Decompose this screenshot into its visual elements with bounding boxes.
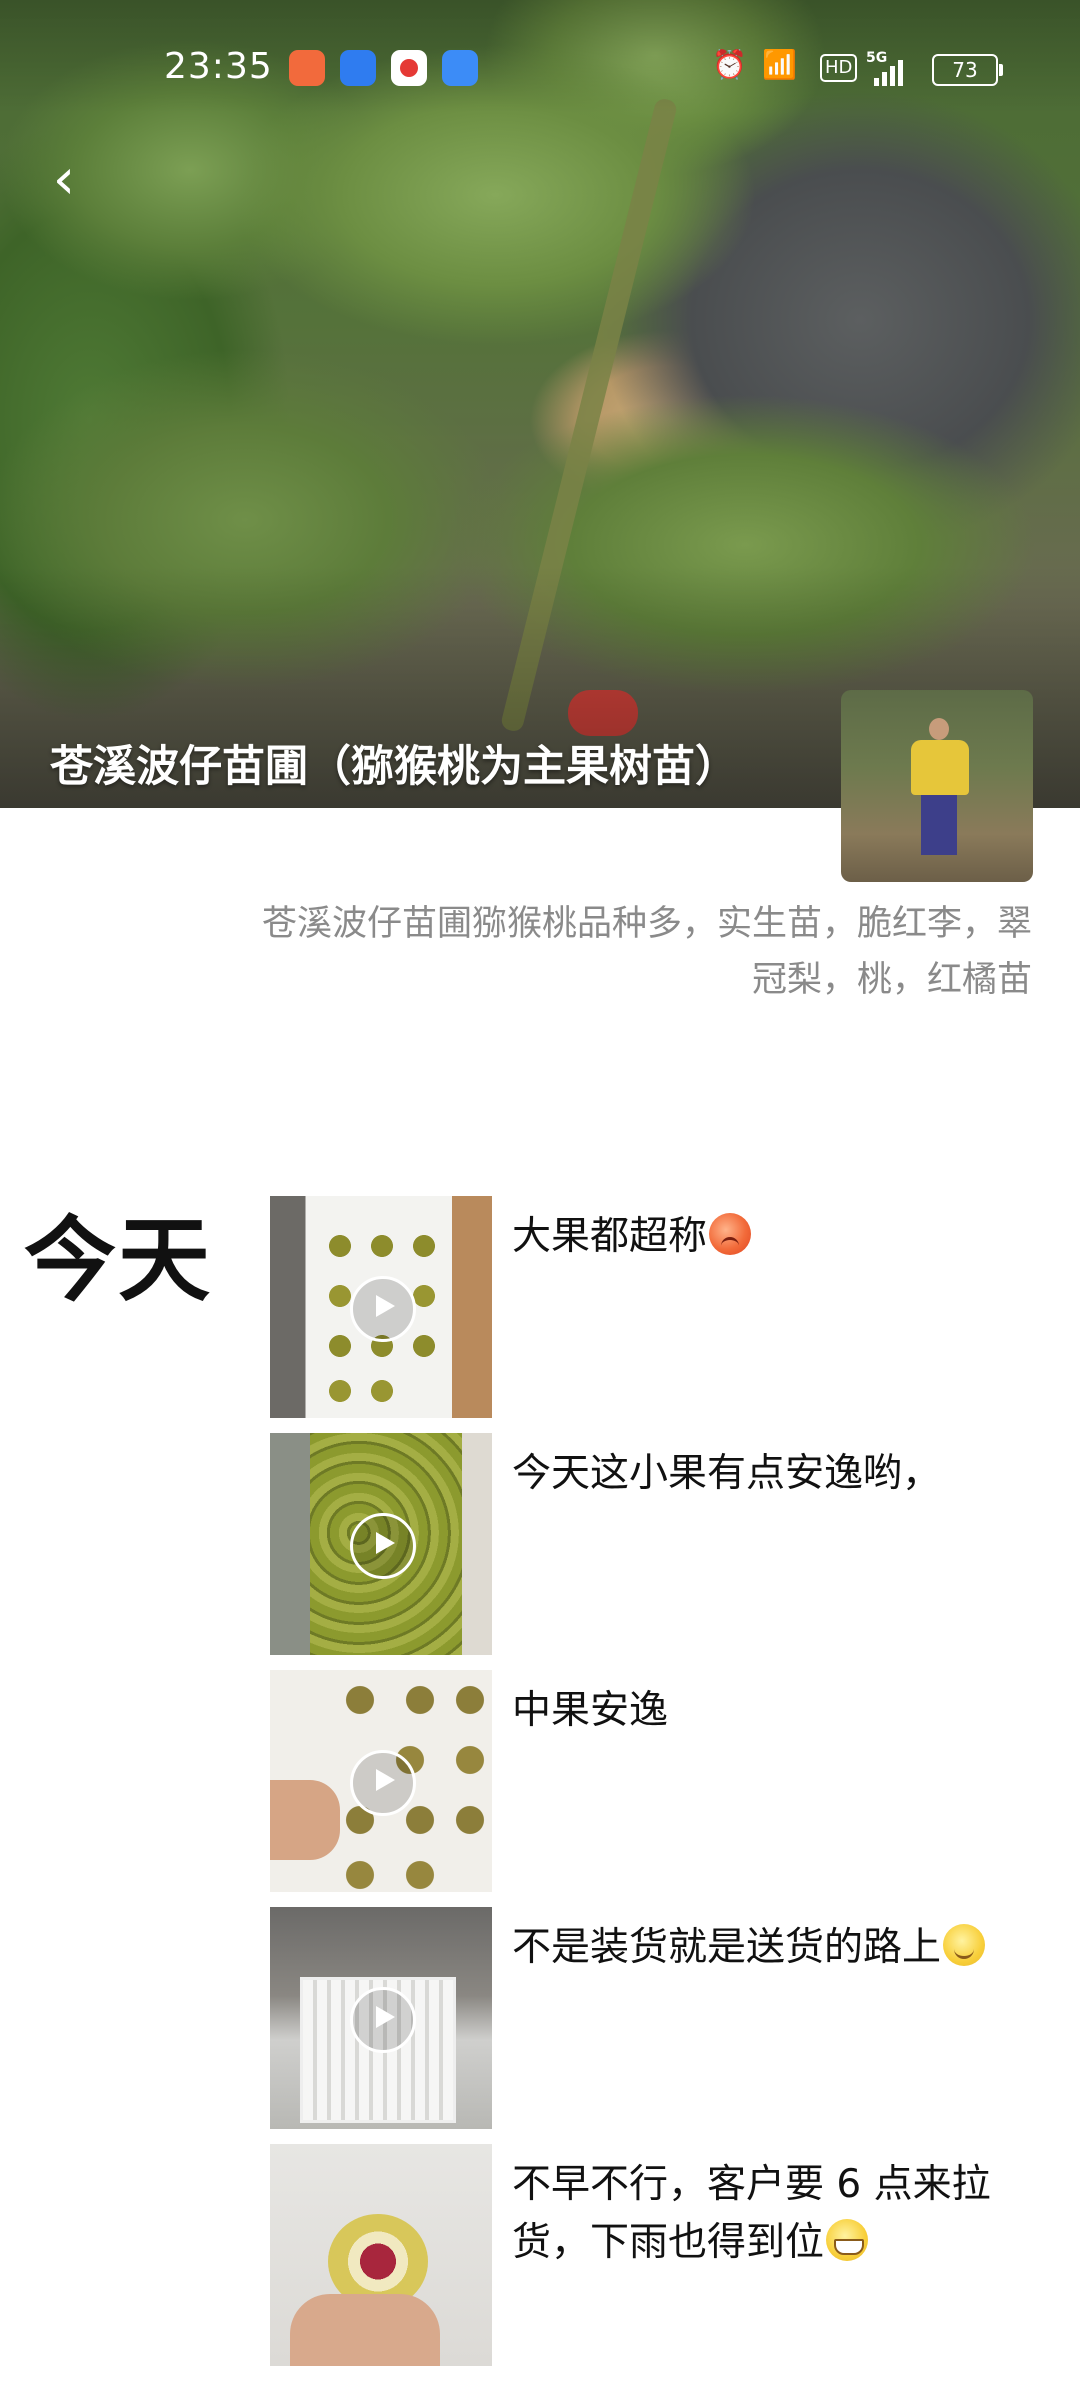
feed-post[interactable]: 今天这小果有点安逸哟， — [270, 1433, 1030, 1655]
app-notification-icon — [442, 50, 478, 86]
cover-plant-stem — [499, 96, 679, 734]
post-video-thumbnail[interactable] — [270, 1433, 492, 1655]
play-icon — [350, 1987, 416, 2053]
post-video-thumbnail[interactable] — [270, 1907, 492, 2129]
post-text[interactable]: 今天这小果有点安逸哟， — [512, 1445, 1032, 1503]
kuaishou-notification-icon — [289, 50, 325, 86]
video-notification-icon — [391, 50, 427, 86]
battery-icon: 73 — [932, 54, 1003, 86]
feed-post[interactable]: 大果都超称 — [270, 1196, 1030, 1418]
profile-bio: 苍溪波仔苗圃猕猴桃品种多，实生苗，脆红李，翠冠梨，桃，红橘苗 — [261, 904, 1032, 1000]
play-icon — [350, 1750, 416, 1816]
post-video-thumbnail[interactable] — [270, 1670, 492, 1892]
play-icon — [350, 1513, 416, 1579]
chevron-left-icon: ‹ — [52, 147, 76, 212]
post-text[interactable]: 不早不行，客户要 6 点来拉货，下雨也得到位 — [512, 2156, 1032, 2272]
hd-voice-icon: HD — [820, 54, 858, 82]
grinning-face-emoji-icon — [826, 2219, 869, 2261]
wifi-icon: 📶 — [762, 48, 797, 81]
feed-post[interactable]: 不早不行，客户要 6 点来拉货，下雨也得到位 — [270, 2144, 1030, 2366]
smiling-face-emoji-icon — [943, 1924, 986, 1966]
browser-notification-icon — [340, 50, 376, 86]
post-text[interactable]: 大果都超称 — [512, 1208, 1032, 1266]
feed-post[interactable]: 中果安逸 — [270, 1670, 1030, 1892]
status-time: 23:35 — [164, 46, 273, 87]
post-video-thumbnail[interactable] — [270, 1196, 492, 1418]
play-icon — [350, 1276, 416, 1342]
signal-strength-icon — [874, 60, 904, 86]
post-image-thumbnail[interactable] — [270, 2144, 492, 2366]
day-label-today: 今天 — [24, 1207, 213, 1314]
back-button[interactable]: ‹ — [34, 150, 94, 216]
status-bar: 23:35 ⏰ 📶 HD 5G 73 — [0, 0, 1080, 140]
post-text[interactable]: 中果安逸 — [512, 1682, 1032, 1740]
post-text[interactable]: 不是装货就是送货的路上 — [512, 1919, 1032, 1977]
profile-name: 苍溪波仔苗圃（猕猴桃为主果树苗） — [50, 742, 738, 792]
sweating-face-emoji-icon — [709, 1213, 752, 1255]
alarm-icon: ⏰ — [712, 48, 747, 81]
cover-plant-tag — [568, 690, 638, 736]
feed-post[interactable]: 不是装货就是送货的路上 — [270, 1907, 1030, 2129]
avatar[interactable] — [841, 690, 1033, 882]
moments-profile-page: 23:35 ⏰ 📶 HD 5G 73 ‹ 苍溪波仔苗圃（猕猴桃为主果树苗） 苍溪… — [0, 0, 1080, 2400]
